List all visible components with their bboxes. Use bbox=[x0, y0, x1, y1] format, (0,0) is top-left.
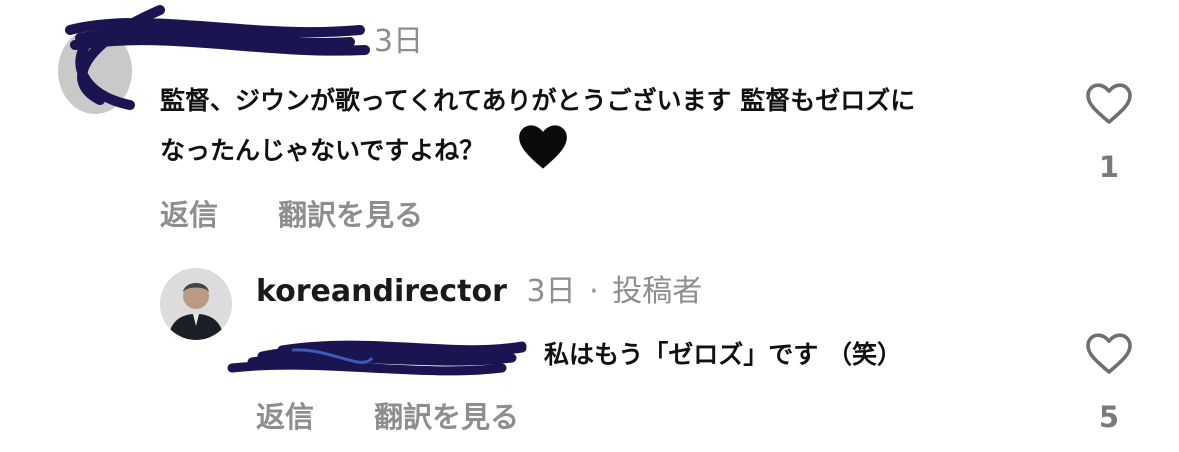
timestamp: 3日 bbox=[526, 274, 576, 309]
comment-2: koreandirector 3日 · 投稿者 私はもう「ゼロズ」です （笑） … bbox=[0, 250, 1179, 452]
comment-meta: 3日 bbox=[374, 22, 423, 62]
like-count: 1 bbox=[1098, 150, 1120, 184]
comment-actions: 返信 翻訳を見る bbox=[256, 394, 519, 436]
redaction-scribble bbox=[227, 340, 527, 376]
comment-text-line-1: 監督、ジウンが歌ってくれてありがとうございます 監督もゼロズに bbox=[160, 86, 916, 115]
comment-text-line-2: なったんじゃないですよね？ bbox=[160, 123, 1020, 173]
reply-button[interactable]: 返信 bbox=[160, 192, 218, 234]
like-count: 5 bbox=[1098, 400, 1120, 434]
comment-text-content: 私はもう「ゼロズ」です （笑） bbox=[544, 340, 902, 369]
like-control: 5 bbox=[1079, 332, 1139, 434]
translate-button[interactable]: 翻訳を見る bbox=[278, 192, 423, 234]
reply-button[interactable]: 返信 bbox=[256, 394, 314, 436]
comment-text-line-2-text: なったんじゃないですよね？ bbox=[160, 136, 485, 165]
comment-text: 監督、ジウンが歌ってくれてありがとうございます 監督もゼロズに なったんじゃない… bbox=[160, 78, 1020, 173]
separator: · bbox=[589, 274, 599, 309]
translate-button[interactable]: 翻訳を見る bbox=[374, 394, 519, 436]
comment-text: 私はもう「ゼロズ」です （笑） bbox=[544, 332, 902, 377]
heart-outline-icon[interactable] bbox=[1084, 332, 1134, 376]
black-heart-emoji bbox=[519, 125, 567, 169]
comment-meta: koreandirector 3日 · 投稿者 bbox=[256, 272, 702, 312]
timestamp: 3日 bbox=[374, 24, 424, 59]
like-control: 1 bbox=[1079, 82, 1139, 184]
comment-actions: 返信 翻訳を見る bbox=[160, 192, 423, 234]
author-badge: 投稿者 bbox=[612, 274, 703, 309]
username[interactable]: koreandirector bbox=[256, 274, 507, 309]
heart-outline-icon[interactable] bbox=[1084, 82, 1134, 126]
comment-1: 3日 監督、ジウンが歌ってくれてありがとうございます 監督もゼロズに なったんじ… bbox=[0, 0, 1179, 240]
